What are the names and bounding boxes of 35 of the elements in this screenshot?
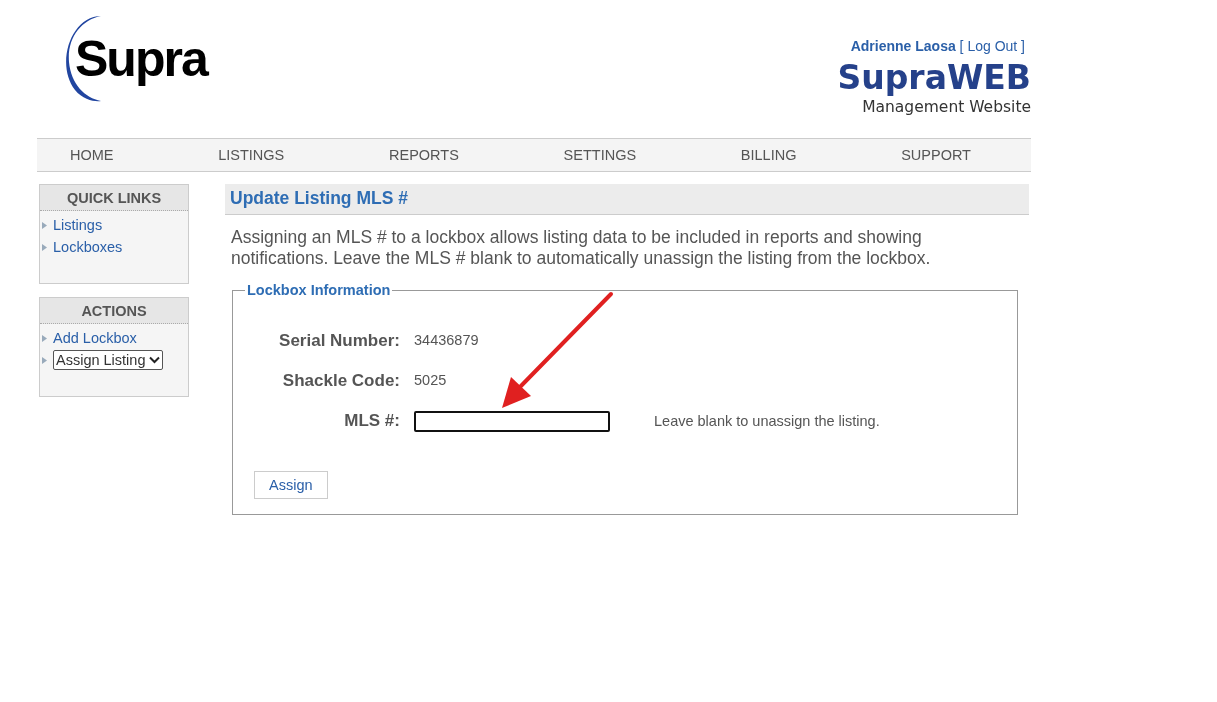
panel-title: ACTIONS [40,298,188,324]
supra-logo: Supra [61,14,213,102]
nav-link[interactable]: BILLING [740,147,797,163]
chevron-down-icon [149,356,161,364]
bullet-triangle-icon [42,334,47,342]
field-label: Serial Number: [278,331,400,351]
site-subtitle: Management Website [862,98,1031,116]
sidebar-link[interactable]: Lockboxes [53,239,123,255]
nav-link[interactable]: SUPPORT [901,147,971,163]
nav-link[interactable]: LISTINGS [218,147,285,163]
field-label: MLS #: [343,411,400,431]
fieldset-legend: Lockbox Information [245,282,393,298]
field-hint: Leave blank to unassign the listing. [654,413,880,429]
bullet-triangle-icon [42,243,47,251]
sidebar-link[interactable]: Listings [53,217,103,233]
bullet-triangle-icon [42,221,47,229]
nav-link[interactable]: HOME [70,147,114,163]
nav-link[interactable]: REPORTS [389,147,459,163]
nav-link[interactable]: SETTINGS [563,147,637,163]
bracket: ] [1021,38,1025,54]
mls-input-field[interactable] [414,410,610,432]
panel-title: QUICK LINKS [40,185,188,211]
page-title: Update Listing MLS # [225,184,1029,215]
sidebar-link[interactable]: Add Lockbox [53,330,137,346]
logout-link[interactable]: Log Out [967,38,1018,54]
bullet-triangle-icon [42,356,47,364]
action-dropdown[interactable]: Assign Listing [53,350,164,370]
field-value: 5025 [414,371,447,388]
user-name: Adrienne Laosa [850,38,956,54]
bracket: [ [959,38,964,54]
site-title: SupraWEB [837,58,1031,98]
assign-button[interactable]: Assign [254,471,328,499]
field-label: Shackle Code: [281,371,400,391]
description-text: Assigning an MLS # to a lockbox allows listing data to be included in reports and showing notifications. Leave the MLS # blank to automatically unassign the listing from the lockbox. [231,227,932,269]
field-value: 34436879 [414,331,479,348]
